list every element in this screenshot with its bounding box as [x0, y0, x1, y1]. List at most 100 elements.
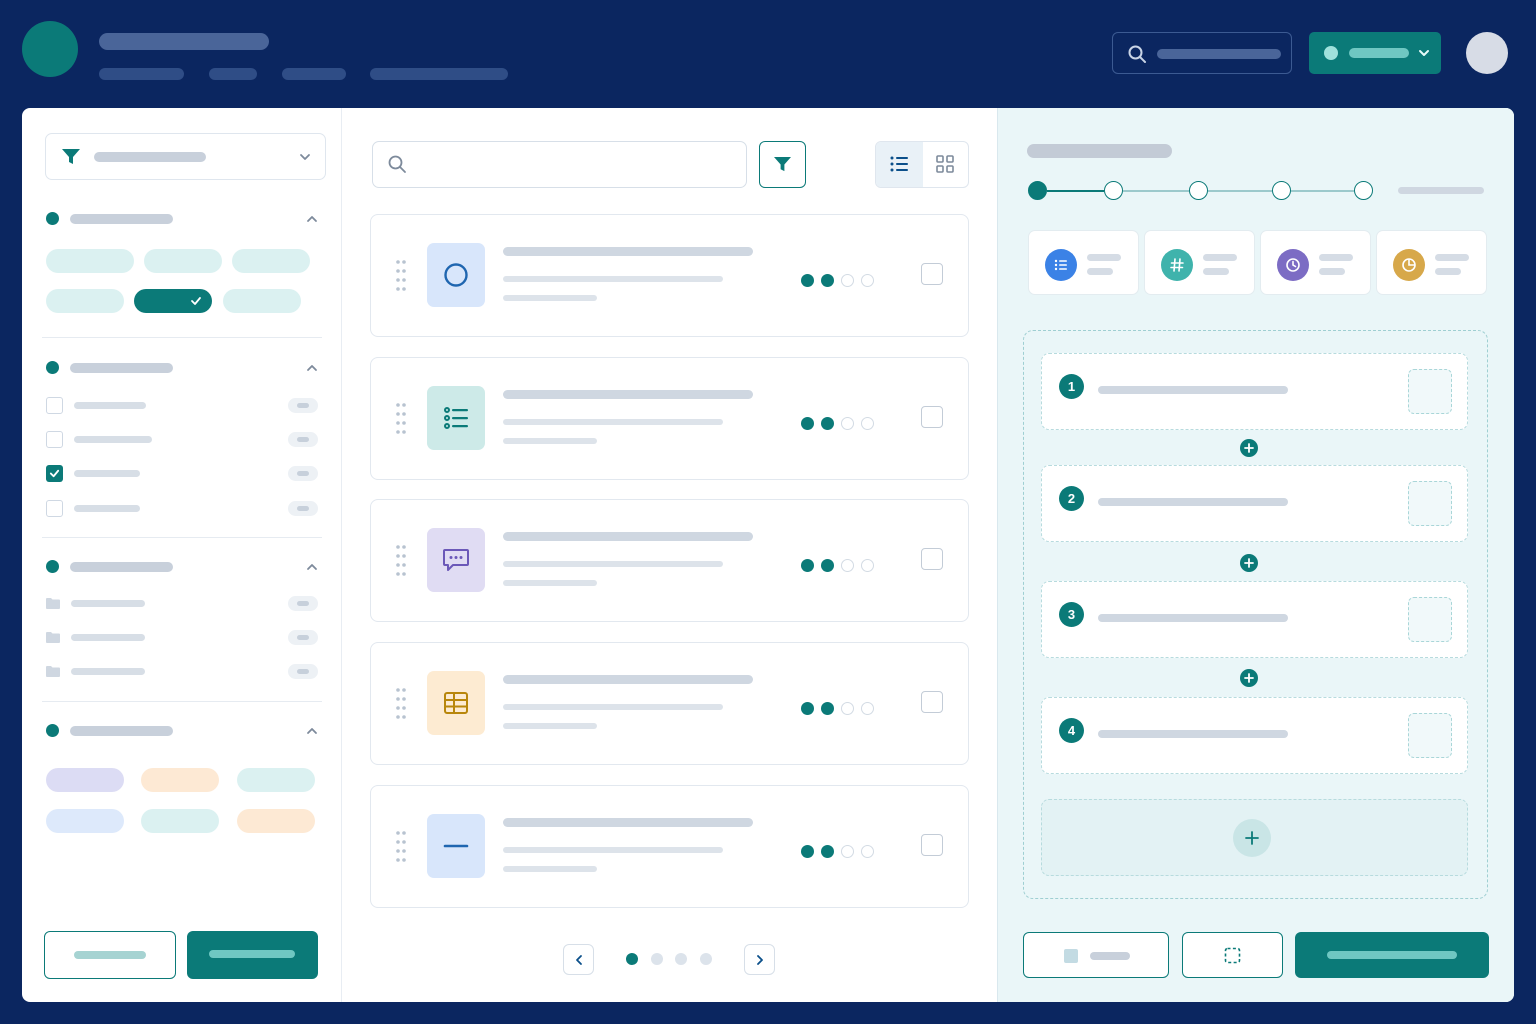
item-title-placeholder — [503, 675, 753, 685]
breadcrumb-item-4[interactable] — [370, 68, 508, 80]
item-select-checkbox[interactable] — [921, 263, 943, 285]
filter-section-header[interactable] — [45, 722, 320, 740]
filter-checkbox[interactable] — [46, 431, 63, 448]
stepper-step[interactable] — [1354, 181, 1373, 200]
breadcrumb-item-2[interactable] — [209, 68, 257, 80]
stepper-connector — [1047, 190, 1104, 192]
stat-card-chart[interactable] — [1376, 230, 1487, 295]
list-view-button[interactable] — [876, 142, 923, 187]
filter-preset-placeholder — [94, 152, 206, 162]
progress-indicator — [801, 274, 874, 287]
stat-card-hash[interactable] — [1144, 230, 1255, 295]
pagination-dot[interactable] — [700, 953, 713, 965]
item-select-checkbox[interactable] — [921, 691, 943, 714]
color-tag-chip[interactable] — [237, 768, 315, 792]
color-tag-chip[interactable] — [46, 768, 124, 792]
stepper-step[interactable] — [1189, 181, 1208, 200]
filter-preset-select[interactable] — [45, 133, 326, 180]
filter-chip[interactable] — [46, 249, 134, 273]
filter-checkbox[interactable] — [46, 397, 63, 414]
progress-dot — [801, 416, 814, 430]
app-logo[interactable] — [22, 21, 78, 77]
list-search-input[interactable] — [372, 141, 747, 188]
item-select-checkbox[interactable] — [921, 833, 943, 856]
save-draft-button[interactable] — [1023, 932, 1169, 978]
list-item[interactable] — [370, 356, 969, 480]
stepper-step[interactable] — [1104, 181, 1123, 200]
section-dot — [46, 724, 59, 737]
list-item[interactable] — [370, 642, 969, 766]
filter-section-header[interactable] — [45, 359, 320, 377]
drag-handle-icon[interactable] — [395, 402, 407, 436]
grid-view-button[interactable] — [923, 142, 968, 187]
select-area-button[interactable] — [1182, 932, 1283, 978]
color-tag-chip[interactable] — [141, 809, 219, 833]
flow-step-number: 3 — [1059, 602, 1084, 627]
filter-checkbox[interactable] — [46, 500, 63, 517]
breadcrumb-item-1[interactable] — [99, 68, 184, 80]
flow-step[interactable]: 1 — [1041, 353, 1468, 430]
list-item[interactable] — [370, 499, 969, 623]
section-title-placeholder — [70, 726, 173, 736]
insert-step-button[interactable] — [1240, 554, 1258, 572]
filter-chip[interactable] — [144, 249, 222, 273]
progress-dot — [861, 559, 874, 573]
list-item[interactable] — [370, 784, 969, 908]
pagination-next-button[interactable] — [744, 944, 775, 975]
chevron-up-icon — [307, 564, 317, 570]
color-tag-chip[interactable] — [141, 768, 219, 792]
drag-handle-icon[interactable] — [395, 544, 407, 578]
filter-chip-selected[interactable] — [134, 289, 212, 313]
insert-step-button[interactable] — [1240, 669, 1258, 687]
plus-icon — [1245, 831, 1259, 845]
folder-icon — [46, 632, 60, 643]
drag-handle-icon[interactable] — [395, 259, 407, 293]
section-dot — [46, 560, 59, 573]
stepper-step[interactable] — [1028, 181, 1047, 200]
insert-step-button[interactable] — [1240, 439, 1258, 457]
filter-chip[interactable] — [223, 289, 301, 313]
publish-button[interactable] — [1295, 932, 1489, 978]
color-tag-chip[interactable] — [237, 809, 315, 833]
pagination-dot[interactable] — [675, 953, 688, 965]
drag-handle-icon[interactable] — [395, 687, 407, 721]
filter-section-header[interactable] — [45, 558, 320, 576]
section-divider — [42, 537, 322, 538]
flow-step[interactable]: 4 — [1041, 697, 1468, 774]
item-subtitle-placeholder — [503, 846, 723, 853]
filter-chip[interactable] — [232, 249, 310, 273]
flow-step-slot[interactable] — [1408, 713, 1452, 758]
filter-chip[interactable] — [46, 289, 124, 313]
filter-button[interactable] — [759, 141, 806, 188]
filter-checkbox-checked[interactable] — [46, 465, 63, 482]
flow-step[interactable]: 2 — [1041, 465, 1468, 542]
drag-handle-icon[interactable] — [395, 830, 407, 864]
reset-filters-button[interactable] — [44, 931, 176, 979]
workspace-dropdown-button[interactable] — [1309, 32, 1441, 74]
apply-filters-button[interactable] — [187, 931, 318, 979]
stepper-step[interactable] — [1272, 181, 1291, 200]
pagination-dot[interactable] — [626, 953, 638, 965]
pagination-prev-button[interactable] — [563, 944, 594, 975]
flow-step[interactable]: 3 — [1041, 581, 1468, 658]
breadcrumb-item-3[interactable] — [282, 68, 346, 80]
progress-dot — [801, 559, 814, 573]
flow-step-slot[interactable] — [1408, 481, 1452, 526]
add-step-button[interactable] — [1233, 819, 1271, 857]
flow-step-slot[interactable] — [1408, 369, 1452, 414]
flow-step-slot[interactable] — [1408, 597, 1452, 642]
stat-card-list[interactable] — [1028, 230, 1139, 295]
pagination-dot[interactable] — [650, 953, 663, 965]
stat-card-time[interactable] — [1260, 230, 1371, 295]
color-tag-chip[interactable] — [46, 809, 124, 833]
user-avatar[interactable] — [1466, 32, 1508, 74]
add-step-dropzone[interactable] — [1041, 799, 1468, 876]
item-select-checkbox[interactable] — [921, 548, 943, 571]
list-item[interactable] — [370, 214, 969, 337]
checkbox-label-placeholder — [74, 436, 152, 443]
filter-section-header[interactable] — [45, 210, 320, 228]
item-select-checkbox[interactable] — [921, 405, 943, 428]
reset-label-placeholder — [74, 951, 146, 959]
panel-title-placeholder — [1027, 144, 1172, 158]
global-search-input[interactable] — [1112, 32, 1292, 74]
